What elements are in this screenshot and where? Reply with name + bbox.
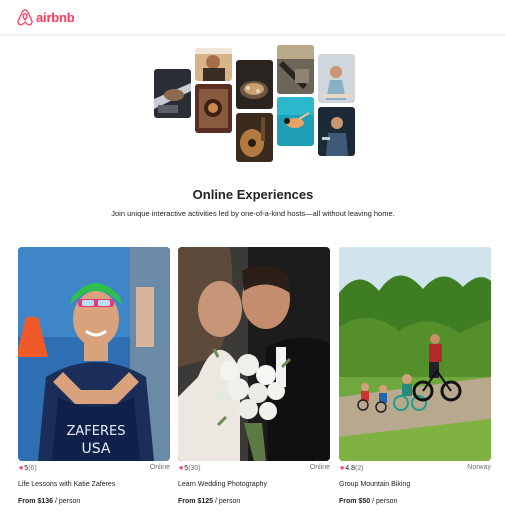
review-count: (6) bbox=[28, 465, 37, 472]
card-photo-1: ZAFERES USA bbox=[18, 247, 170, 461]
card-title: Life Lessons with Katie Zaferes bbox=[18, 481, 116, 488]
price-unit: / person bbox=[214, 498, 241, 505]
price-amount: From $50 bbox=[339, 498, 371, 505]
card-rating: ★5(6) bbox=[18, 464, 37, 472]
card-photo-2 bbox=[178, 247, 330, 461]
collage-tile-8 bbox=[318, 54, 355, 103]
top-header: airbnb bbox=[0, 0, 506, 34]
jersey-country-text: USA bbox=[82, 441, 111, 457]
logo-text: airbnb bbox=[36, 10, 75, 25]
review-count: (30) bbox=[188, 465, 201, 472]
collage-tile-6 bbox=[277, 45, 314, 94]
card-title: Group Mountain Biking bbox=[339, 481, 411, 488]
card-photo-3 bbox=[339, 247, 491, 461]
card-title: Learn Wedding Photography bbox=[178, 481, 267, 488]
card-meta: ★5(30) Online bbox=[178, 464, 330, 474]
card-meta: ★4.8(2) Norway bbox=[339, 464, 491, 474]
card-location: Online bbox=[309, 464, 330, 471]
rating-value: 4.8 bbox=[345, 465, 356, 472]
price-amount: From $125 bbox=[178, 498, 214, 505]
airbnb-logo[interactable]: airbnb bbox=[17, 9, 75, 26]
jersey-name-text: ZAFERES bbox=[67, 424, 126, 439]
card-location: Norway bbox=[467, 464, 491, 471]
price-unit: / person bbox=[54, 498, 81, 505]
collage-tile-7 bbox=[277, 97, 314, 146]
card-price: From $136 / person bbox=[18, 498, 80, 505]
experience-card-3[interactable]: ★4.8(2) Norway Group Mountain Biking Fro… bbox=[339, 247, 491, 517]
collage-tile-2 bbox=[195, 48, 232, 81]
price-amount: From $136 bbox=[18, 498, 54, 505]
card-rating: ★5(30) bbox=[178, 464, 201, 472]
collage-tile-4 bbox=[236, 60, 273, 109]
collage-tile-1 bbox=[154, 69, 191, 118]
section-title: Online Experiences bbox=[192, 187, 314, 202]
card-price: From $50 / person bbox=[339, 498, 397, 505]
collage-tile-3 bbox=[195, 84, 232, 133]
collage-tile-5 bbox=[236, 113, 273, 162]
experience-card-1[interactable]: ZAFERES USA ★5(6) Online Life Lessons wi… bbox=[18, 247, 170, 517]
review-count: (2) bbox=[355, 465, 364, 472]
price-unit: / person bbox=[372, 498, 398, 505]
section-subtitle: Join unique interactive activities led b… bbox=[111, 209, 395, 218]
airbnb-belo-icon bbox=[17, 9, 33, 26]
collage-tile-9 bbox=[318, 107, 355, 156]
card-price: From $125 / person bbox=[178, 498, 240, 505]
card-location: Online bbox=[149, 464, 170, 471]
card-rating: ★4.8(2) bbox=[339, 464, 364, 472]
experience-card-2[interactable]: ★5(30) Online Learn Wedding Photography … bbox=[178, 247, 330, 517]
card-meta: ★5(6) Online bbox=[18, 464, 170, 474]
